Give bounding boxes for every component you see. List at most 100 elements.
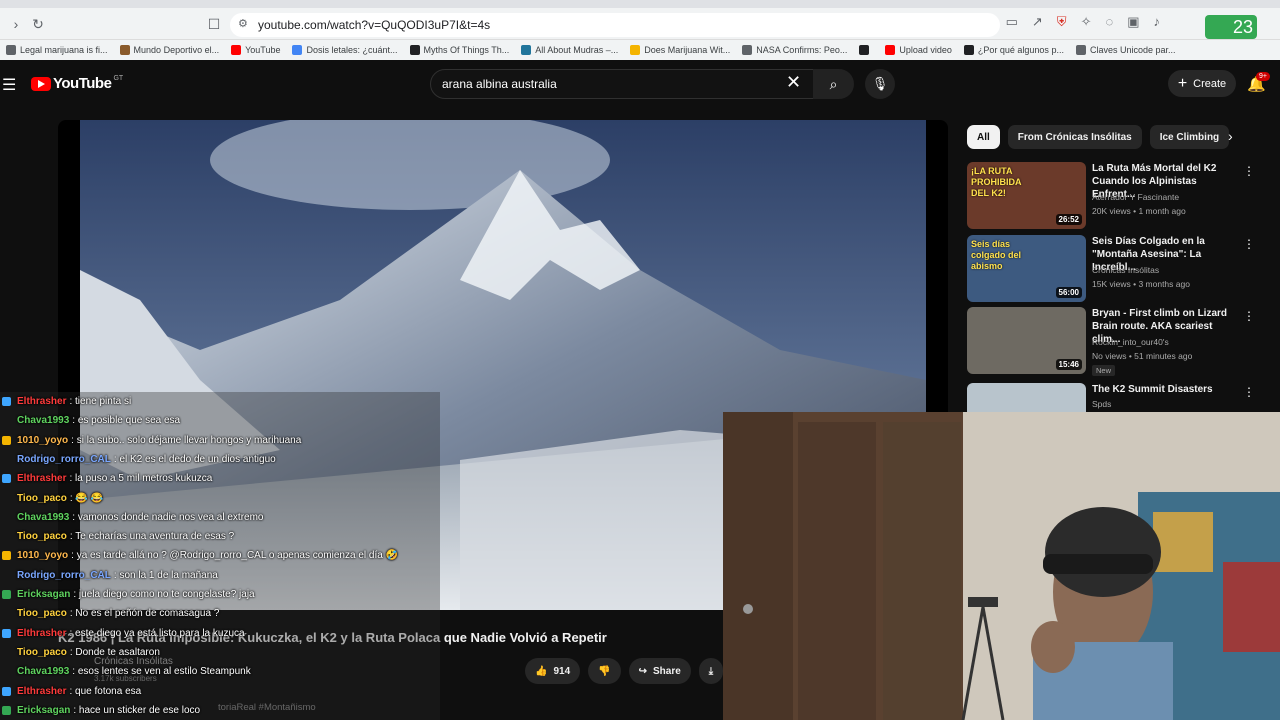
create-button[interactable]: + Create	[1168, 70, 1236, 97]
dislike-button[interactable]: 👎	[588, 658, 621, 684]
recommendation-item[interactable]: ¡LA RUTA PROHIBIDA DEL K2! 26:52 La Ruta…	[967, 162, 1267, 230]
bookmark-favicon-icon	[630, 45, 641, 55]
chat-username: Rodrigo_rorro_CAL	[17, 453, 111, 465]
like-button[interactable]: 👍 914	[525, 658, 581, 684]
bookmark-label: All About Mudras –...	[535, 45, 619, 55]
filter-chip[interactable]: All	[967, 125, 1000, 149]
chat-icon[interactable]: ◌	[1105, 14, 1113, 30]
video-thumbnail[interactable]	[967, 383, 1086, 413]
chat-badge-icon	[2, 705, 11, 715]
more-options-icon[interactable]: ⋮	[1243, 309, 1255, 323]
bookmark-favicon-icon	[742, 45, 753, 55]
bookmark-item[interactable]: Does Marijuana Wit...	[630, 45, 730, 55]
bookmark-item[interactable]: Myths Of Things Th...	[409, 45, 509, 55]
thumbs-down-icon: 👎	[598, 665, 611, 677]
bookmark-item[interactable]: Claves Unicode par...	[1075, 45, 1176, 55]
extension-icons: ▭ ↗ ⛨ ✧ ◌ ▣ ♪	[1006, 14, 1160, 30]
filter-chip[interactable]: Ice Climbing	[1149, 125, 1230, 149]
bookmark-item[interactable]: All About Mudras –...	[521, 45, 618, 55]
bookmark-item[interactable]: Legal marijuana is fi...	[6, 45, 108, 55]
bookmark-favicon-icon	[963, 45, 974, 55]
voice-search-button[interactable]: 🎙	[865, 69, 895, 99]
bookmark-favicon-icon	[6, 45, 16, 55]
chat-badge-icon	[2, 435, 11, 445]
more-options-icon[interactable]: ⋮	[1243, 164, 1255, 178]
chat-text: : tiene pinta si	[69, 396, 132, 407]
address-bar[interactable]: ⚙ youtube.com/watch?v=QuQODI3uP7I&t=4s	[230, 13, 1000, 37]
shield-icon[interactable]: ⛨	[1057, 14, 1067, 30]
chat-badge-icon	[2, 551, 11, 561]
menu-icon[interactable]: ☰	[2, 75, 16, 95]
bookmark-item[interactable]: ¿Por qué algunos p...	[963, 45, 1064, 55]
bookmark-favicon-icon	[231, 45, 242, 55]
bookmark-favicon-icon	[521, 45, 532, 55]
more-options-icon[interactable]: ⋮	[1243, 385, 1255, 399]
reload-icon[interactable]: ↻	[28, 14, 48, 34]
chat-username: Elthrasher	[17, 473, 67, 485]
chevron-right-icon[interactable]: ›	[1228, 128, 1233, 144]
video-thumbnail[interactable]: ¡LA RUTA PROHIBIDA DEL K2! 26:52	[967, 162, 1086, 229]
more-options-icon[interactable]: ⋮	[1243, 237, 1255, 251]
recommendation-title[interactable]: The K2 Summit Disasters	[1092, 383, 1242, 396]
share-button[interactable]: ↪ Share	[628, 658, 691, 684]
recommendation-item[interactable]: 15:46 Bryan - First climb on Lizard Brai…	[967, 307, 1267, 376]
bookmark-item[interactable]	[859, 45, 873, 55]
recommendation-channel[interactable]: Rockin_into_our40's	[1092, 337, 1169, 347]
webcam-image	[723, 412, 1280, 720]
video-duration: 15:46	[1055, 359, 1082, 370]
cast-icon[interactable]: ▭	[1006, 14, 1018, 30]
forward-icon[interactable]: ›	[6, 14, 26, 34]
mic-icon: 🎙	[871, 76, 889, 91]
chat-username: Chava1993	[17, 415, 70, 427]
chat-badge-icon	[2, 686, 11, 696]
video-thumbnail[interactable]: Seis días colgado del abismo 56:00	[967, 235, 1086, 302]
chat-message: 1010_yoyo: ya es tarde allá no ? @Rodrig…	[2, 546, 398, 565]
bookmark-item[interactable]: NASA Confirms: Peo...	[742, 45, 847, 55]
search-input[interactable]: arana albina australia	[430, 69, 814, 99]
bookmark-label: Claves Unicode par...	[1089, 45, 1176, 55]
chat-username: Elthrasher	[17, 685, 67, 697]
video-duration: 56:00	[1055, 287, 1082, 298]
thumbnail-text: Seis días colgado del abismo	[971, 239, 1022, 271]
bookmark-item[interactable]: Mundo Deportivo el...	[119, 45, 220, 55]
bookmark-item[interactable]: Dosis letales: ¿cuánt...	[292, 45, 398, 55]
chat-text: : Te echarías una aventura de esas ?	[69, 531, 235, 543]
chat-message: Chava1993: esos lentes se ven al estilo …	[2, 662, 251, 681]
bookmark-icon[interactable]: ☐	[204, 14, 224, 34]
like-count: 914	[553, 665, 571, 677]
puzzle-icon[interactable]: ✧	[1081, 14, 1092, 30]
recommendation-channel[interactable]: Crónicas Insólitas	[1092, 265, 1159, 275]
extension-badge[interactable]: 23	[1205, 15, 1257, 39]
window-icon[interactable]: ▣	[1127, 14, 1139, 30]
bookmark-label: Mundo Deportivo el...	[133, 45, 220, 55]
bookmark-favicon-icon	[859, 45, 870, 55]
search-button[interactable]: ⌕	[813, 69, 854, 99]
download-button[interactable]: ⤓	[698, 658, 724, 684]
tab-strip	[0, 0, 1280, 8]
recommendation-channel[interactable]: Spds	[1092, 399, 1111, 409]
chat-text: : vamonos donde nadie nos vea al extremo	[72, 511, 264, 523]
chat-message: Rodrigo_rorro_CAL: son la 1 de la mañana	[2, 566, 218, 585]
chat-text: : 😂 😂	[69, 492, 104, 504]
share-page-icon[interactable]: ↗	[1032, 14, 1043, 30]
recommendation-channel[interactable]: Aterrador Y Fascinante	[1092, 192, 1179, 202]
search-icon: ⌕	[829, 75, 838, 92]
youtube-logo[interactable]: YouTube GT	[31, 75, 123, 92]
recommendation-item[interactable]: The K2 Summit Disasters Spds ⋮	[967, 383, 1267, 413]
filter-chip[interactable]: From Crónicas Insólitas	[1007, 125, 1142, 149]
music-icon[interactable]: ♪	[1154, 14, 1161, 30]
site-settings-icon[interactable]: ⚙	[238, 17, 248, 30]
video-thumbnail[interactable]: 15:46	[967, 307, 1086, 374]
chat-message: Tioo_paco: 😂 😂	[2, 489, 103, 508]
notification-count: 9+	[1256, 72, 1270, 81]
bookmark-favicon-icon	[1075, 45, 1086, 55]
bookmark-item[interactable]: Upload video	[885, 45, 952, 55]
bookmark-item[interactable]: YouTube	[231, 45, 280, 55]
chat-text: : hace un sticker de ese loco	[73, 704, 201, 716]
recommendation-item[interactable]: Seis días colgado del abismo 56:00 Seis …	[967, 235, 1267, 303]
logo-text: YouTube	[53, 75, 112, 92]
clear-search-icon[interactable]: ✕	[786, 72, 801, 93]
chat-username: Tioo_paco	[17, 608, 67, 620]
chat-username: 1010_yoyo	[17, 550, 69, 562]
chat-username: Ericksagan	[17, 589, 71, 600]
